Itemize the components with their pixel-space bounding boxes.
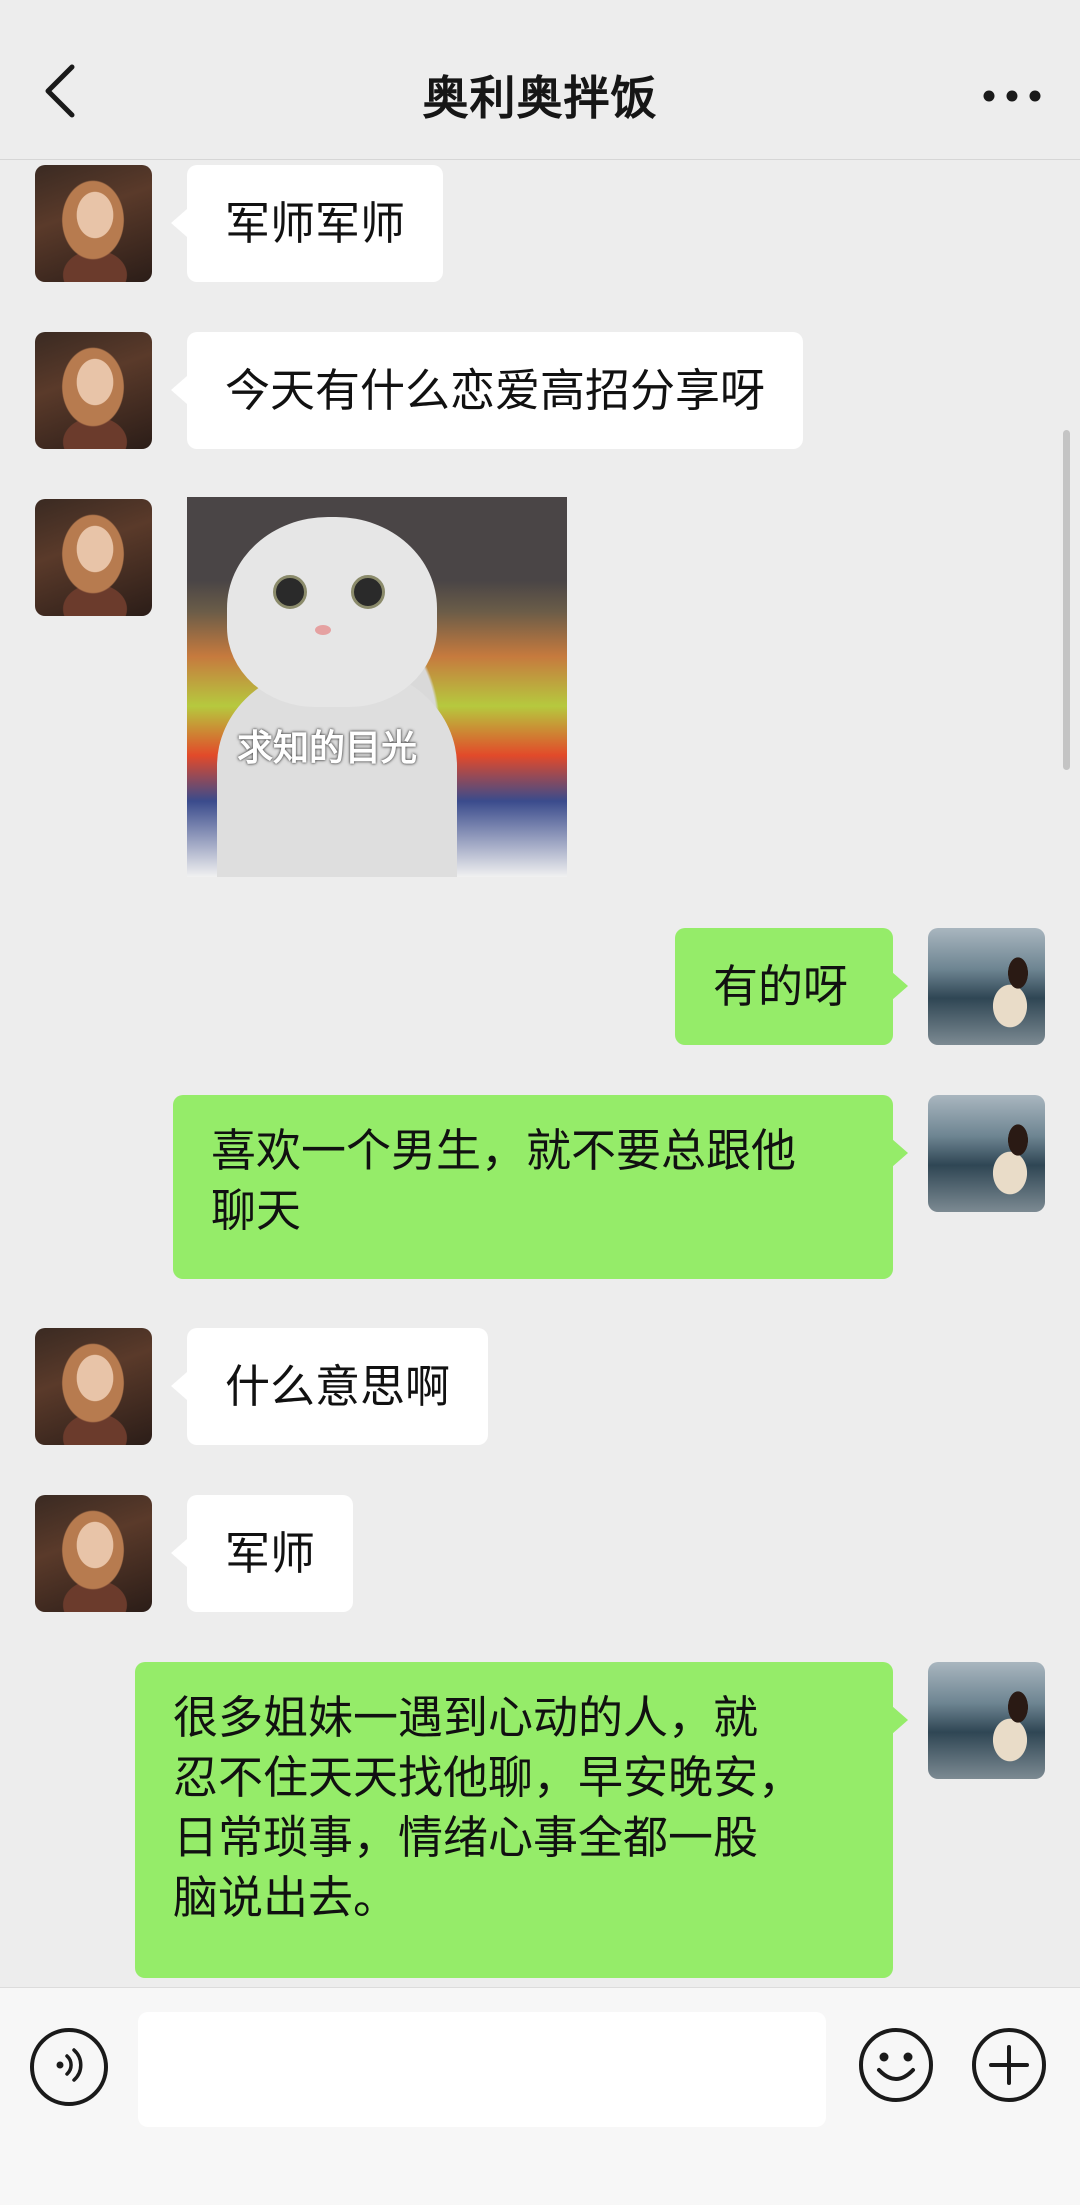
- emoji-button[interactable]: [857, 2028, 935, 2106]
- chat-screen: 奥利奥拌饭 军师军师 今天有什么恋爱高招分享呀 求知的目光 有的呀 喜欢一个男生…: [0, 0, 1080, 2205]
- bubble-tail: [171, 376, 187, 404]
- message-line: 忍不住天天找他聊，早安晚安，: [173, 1751, 804, 1804]
- more-dots-icon: [982, 88, 1042, 107]
- bubble-tail: [171, 209, 187, 237]
- message-bubble[interactable]: 今天有什么恋爱高招分享呀: [187, 332, 804, 449]
- more-button[interactable]: [972, 75, 1052, 119]
- message-text: 什么意思啊: [225, 1359, 451, 1413]
- contact-avatar[interactable]: [35, 499, 152, 616]
- sticker-caption: 求知的目光: [236, 728, 417, 769]
- input-bar: [0, 1987, 1080, 2205]
- message-line: 日常琐事，情绪心事全都一股: [173, 1811, 759, 1864]
- bubble-tail: [171, 1372, 187, 1400]
- contact-avatar[interactable]: [35, 332, 152, 449]
- message-bubble[interactable]: 军师军师: [187, 165, 444, 282]
- back-button[interactable]: [30, 55, 90, 130]
- message-bubble[interactable]: 喜欢一个男生，就不要总跟他 聊天: [173, 1095, 893, 1279]
- message-line: 聊天: [211, 1184, 302, 1237]
- chat-title: 奥利奥拌饭: [422, 71, 658, 125]
- self-avatar[interactable]: [928, 928, 1045, 1045]
- cat-sticker[interactable]: 求知的目光: [187, 497, 567, 877]
- bubble-tail: [892, 1706, 908, 1734]
- cat-nose: [315, 625, 331, 635]
- chat-header: 奥利奥拌饭: [0, 0, 1080, 160]
- contact-avatar[interactable]: [35, 1328, 152, 1445]
- contact-avatar[interactable]: [35, 165, 152, 282]
- message-text: 军师: [225, 1526, 316, 1580]
- voice-icon: [47, 2043, 91, 2091]
- cat-eye: [351, 575, 385, 609]
- message-line: 脑说出去。: [173, 1871, 399, 1924]
- scrollbar[interactable]: [1063, 430, 1070, 770]
- contact-avatar[interactable]: [35, 1495, 152, 1612]
- message-bubble[interactable]: 什么意思啊: [187, 1328, 489, 1445]
- message-line: 喜欢一个男生，就不要总跟他: [211, 1124, 797, 1177]
- cat-head: [227, 517, 437, 707]
- message-line: 很多姐妹一遇到心动的人，就: [173, 1691, 759, 1744]
- self-avatar[interactable]: [928, 1095, 1045, 1212]
- cat-eye: [273, 575, 307, 609]
- message-bubble[interactable]: 有的呀: [675, 928, 893, 1045]
- message-bubble[interactable]: 很多姐妹一遇到心动的人，就 忍不住天天找他聊，早安晚安， 日常琐事，情绪心事全都…: [135, 1662, 893, 1978]
- bubble-tail: [892, 972, 908, 1000]
- message-text: 今天有什么恋爱高招分享呀: [225, 363, 766, 417]
- message-text: 军师军师: [225, 196, 406, 250]
- message-bubble[interactable]: 军师: [187, 1495, 354, 1612]
- bubble-tail: [892, 1139, 908, 1167]
- voice-button[interactable]: [30, 2028, 108, 2106]
- plus-icon: [970, 2026, 1048, 2108]
- message-text: 有的呀: [713, 959, 849, 1013]
- chevron-left-icon: [42, 63, 78, 123]
- emoji-icon: [857, 2026, 935, 2108]
- plus-button[interactable]: [970, 2028, 1048, 2106]
- message-input[interactable]: [138, 2012, 826, 2127]
- bubble-tail: [171, 1539, 187, 1567]
- self-avatar[interactable]: [928, 1662, 1045, 1779]
